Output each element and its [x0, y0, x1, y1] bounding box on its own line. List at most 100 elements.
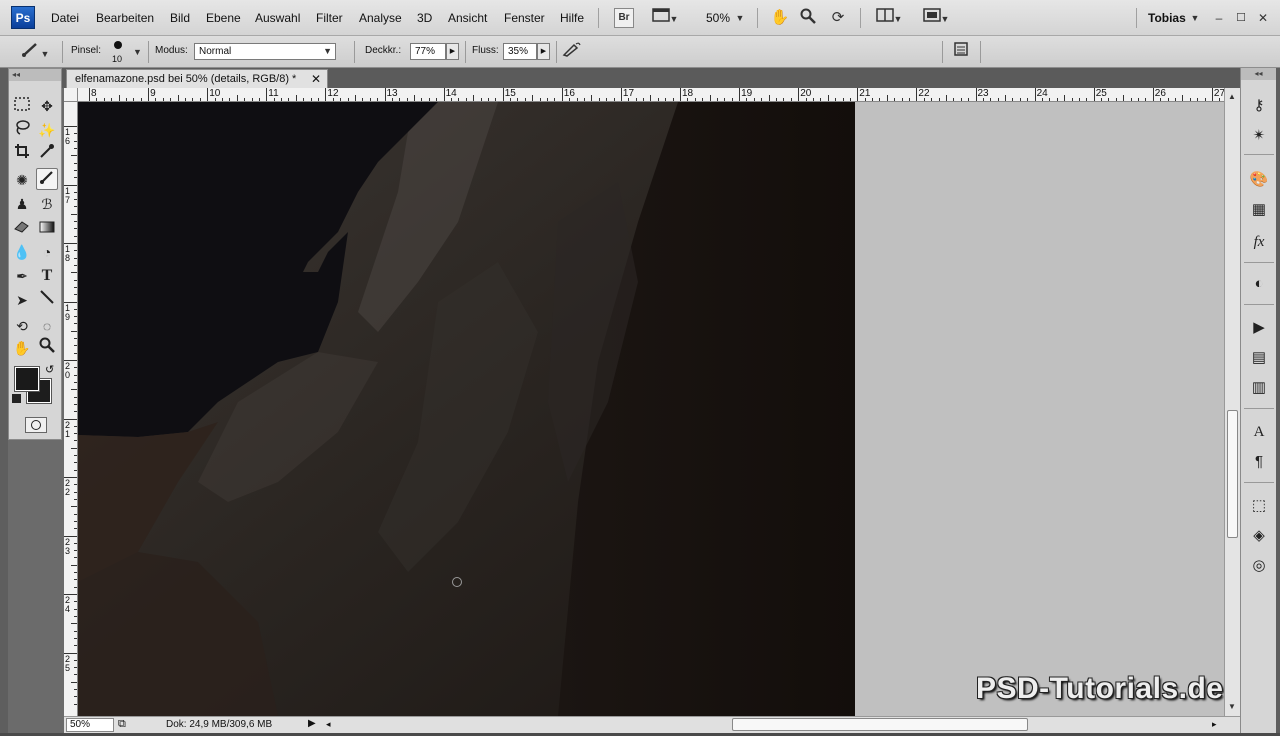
- lasso-tool-icon[interactable]: [11, 119, 33, 141]
- eyedropper-icon[interactable]: [36, 143, 58, 165]
- history-brush-icon[interactable]: ℬ: [36, 193, 58, 215]
- menu-3d[interactable]: 3D: [417, 11, 432, 25]
- zoom-tool-icon[interactable]: [798, 8, 818, 28]
- paragraph-icon[interactable]: ¶: [1247, 450, 1271, 474]
- toolbox-collapse-handle[interactable]: ◂◂: [9, 69, 61, 81]
- navigator-icon[interactable]: ✴: [1247, 124, 1271, 148]
- line-tool-icon[interactable]: [36, 289, 58, 311]
- bridge-button[interactable]: Br: [614, 8, 634, 28]
- horizontal-scroll-thumb[interactable]: [732, 718, 1028, 731]
- flow-field[interactable]: 35%: [503, 43, 537, 60]
- gradient-tool-icon[interactable]: [36, 217, 58, 239]
- user-dropdown-icon[interactable]: ▼: [1190, 8, 1200, 28]
- channels-icon[interactable]: ◎: [1247, 554, 1271, 578]
- user-name[interactable]: Tobias: [1148, 11, 1186, 25]
- vertical-scroll-thumb[interactable]: [1227, 410, 1238, 538]
- flow-slider-icon[interactable]: ▶: [537, 43, 550, 60]
- 3d-rotate-icon[interactable]: ⟲: [11, 315, 33, 337]
- swap-colors-icon[interactable]: ↺: [45, 363, 54, 376]
- color-panel-icon[interactable]: 🎨: [1247, 168, 1271, 192]
- scroll-left-icon[interactable]: ◂: [326, 719, 331, 730]
- menu-auswahl[interactable]: Auswahl: [255, 11, 300, 25]
- pen-tool-icon[interactable]: ✒: [11, 265, 33, 287]
- menu-ebene[interactable]: Ebene: [206, 11, 241, 25]
- opacity-field[interactable]: 77%: [410, 43, 446, 60]
- mini-bridge-icon[interactable]: ⚷: [1247, 94, 1271, 118]
- 3d-orbit-icon[interactable]: ◌: [36, 315, 58, 337]
- ruler-minor-tick: [229, 98, 231, 101]
- hand-tool-icon[interactable]: ✋: [770, 8, 790, 28]
- zoom-tool-icon[interactable]: [36, 337, 58, 359]
- 3d-panel-icon[interactable]: ⬚: [1247, 494, 1271, 518]
- path-selection-icon[interactable]: ➤: [11, 289, 33, 311]
- brush-tool-icon[interactable]: [36, 168, 58, 190]
- crop-tool-icon[interactable]: [11, 143, 33, 165]
- zoom-field[interactable]: 50%: [66, 718, 114, 732]
- minimize-icon[interactable]: –: [1212, 8, 1226, 28]
- quick-mask-button[interactable]: [25, 417, 47, 433]
- separator: [148, 41, 149, 63]
- airbrush-icon[interactable]: [560, 41, 584, 61]
- adjustments-icon[interactable]: ◐: [1247, 272, 1271, 296]
- brush-tip-icon[interactable]: [114, 41, 122, 49]
- ruler-vertical[interactable]: 1 6 1 7 1 8 1 9 2 0 2 1 2 2 2 3 2 4 2 5: [64, 102, 78, 716]
- menu-filter[interactable]: Filter: [316, 11, 343, 25]
- extras-icon[interactable]: ▼: [648, 8, 682, 28]
- mode-select[interactable]: Normal ▼: [194, 43, 336, 60]
- ruler-minor-tick: [111, 98, 113, 101]
- maximize-icon[interactable]: ☐: [1234, 8, 1248, 28]
- ruler-minor-tick: [465, 98, 467, 101]
- magic-wand-icon[interactable]: ✨: [36, 119, 58, 141]
- type-tool-icon[interactable]: T: [36, 265, 58, 287]
- move-tool-icon[interactable]: ✥: [36, 95, 58, 117]
- rotate-view-icon[interactable]: ⟳: [828, 8, 848, 28]
- blur-tool-icon[interactable]: 💧: [11, 241, 33, 263]
- ruler-horizontal[interactable]: 8 9 10 11 12 13 14 15 16 17 18 19 20 21 22 23 24 25 26 27: [78, 88, 1224, 102]
- brush-preset-icon[interactable]: ▼: [18, 41, 52, 61]
- scroll-right-icon[interactable]: ▸: [1212, 719, 1217, 730]
- brush-panel-toggle-icon[interactable]: [950, 41, 972, 61]
- layers-icon[interactable]: ◈: [1247, 524, 1271, 548]
- screen-mode-icon[interactable]: ▼: [918, 8, 954, 28]
- document-tab[interactable]: elfenamazone.psd bei 50% (details, RGB/8…: [66, 69, 328, 89]
- timeline-icon[interactable]: ▤: [1247, 346, 1271, 370]
- clone-stamp-icon[interactable]: ♟: [11, 193, 33, 215]
- status-menu-icon[interactable]: ▶: [308, 718, 316, 729]
- menu-hilfe[interactable]: Hilfe: [560, 11, 584, 25]
- foreground-color-swatch[interactable]: [14, 366, 40, 392]
- ruler-origin[interactable]: [64, 88, 78, 102]
- close-window-icon[interactable]: ✕: [1256, 8, 1270, 28]
- spot-healing-icon[interactable]: ✺: [11, 169, 33, 191]
- swatches-icon[interactable]: ▦: [1247, 198, 1271, 222]
- menu-bearbeiten[interactable]: Bearbeiten: [96, 11, 154, 25]
- hand-tool-icon[interactable]: ✋: [11, 337, 33, 359]
- ruler-minor-tick: [74, 542, 77, 544]
- actions-icon[interactable]: ▶: [1247, 316, 1271, 340]
- zoom-level[interactable]: 50%: [706, 11, 730, 25]
- styles-icon[interactable]: fx: [1247, 230, 1271, 254]
- ruler-minor-tick: [71, 330, 77, 332]
- marquee-tool-icon[interactable]: [11, 95, 33, 117]
- status-info-icon[interactable]: ⧉: [118, 718, 126, 731]
- character-icon[interactable]: A: [1247, 420, 1271, 444]
- opacity-slider-icon[interactable]: ▶: [446, 43, 459, 60]
- menu-datei[interactable]: Datei: [51, 11, 79, 25]
- scroll-up-icon[interactable]: ▲: [1228, 92, 1236, 101]
- menu-fenster[interactable]: Fenster: [504, 11, 545, 25]
- default-colors-icon[interactable]: [12, 394, 21, 403]
- menu-ansicht[interactable]: Ansicht: [448, 11, 487, 25]
- menu-analyse[interactable]: Analyse: [359, 11, 402, 25]
- menu-bild[interactable]: Bild: [170, 11, 190, 25]
- close-tab-icon[interactable]: ✕: [311, 70, 321, 89]
- eraser-tool-icon[interactable]: [11, 217, 33, 239]
- dodge-tool-icon[interactable]: ◔: [36, 241, 58, 263]
- scroll-down-icon[interactable]: ▼: [1228, 702, 1236, 711]
- animation-icon[interactable]: ▥: [1247, 376, 1271, 400]
- brush-dropdown-icon[interactable]: ▼: [133, 47, 142, 57]
- ruler-minor-tick: [354, 95, 356, 101]
- zoom-dropdown-icon[interactable]: ▼: [735, 8, 745, 28]
- canvas[interactable]: [78, 102, 855, 716]
- dock-collapse-handle[interactable]: ◂◂: [1241, 68, 1276, 80]
- arrange-documents-icon[interactable]: ▼: [872, 8, 906, 28]
- vertical-scrollbar[interactable]: ▲ ▼: [1224, 88, 1240, 716]
